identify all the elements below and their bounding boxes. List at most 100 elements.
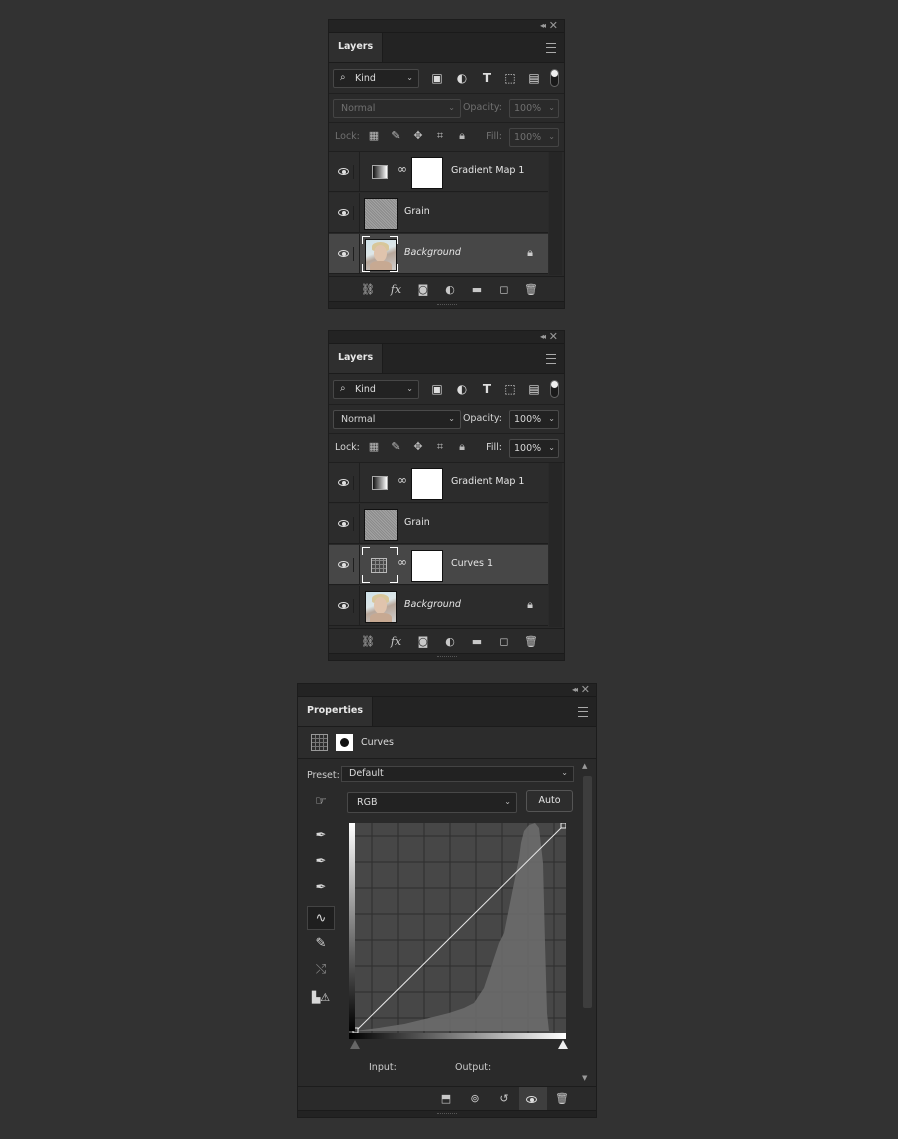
- clipping-warning-icon[interactable]: ▙⚠: [307, 986, 335, 1010]
- layer-row-gradient-map[interactable]: ∞ Gradient Map 1: [329, 463, 548, 503]
- clip-to-layer-icon[interactable]: ⬒: [438, 1091, 454, 1107]
- lock-artboard-icon[interactable]: ⌗: [433, 440, 447, 454]
- opacity-input[interactable]: 100% ⌄: [509, 99, 559, 118]
- lock-position-icon[interactable]: ✥: [411, 440, 425, 454]
- shape-filter-icon[interactable]: ⬚: [503, 71, 517, 85]
- white-input-slider[interactable]: [558, 1040, 568, 1049]
- target-adjust-hand-icon[interactable]: ☞: [307, 790, 335, 814]
- curve-point-white[interactable]: [560, 823, 566, 829]
- collapse-icon[interactable]: ◂◂: [572, 685, 578, 694]
- visibility-eye-icon[interactable]: [336, 165, 354, 179]
- layer-row-grain[interactable]: Grain: [329, 193, 548, 233]
- kind-filter-select[interactable]: ⌕ Kind ⌄: [333, 380, 419, 399]
- add-mask-icon[interactable]: ◙: [415, 282, 431, 298]
- black-point-eyedropper-icon[interactable]: ✒: [307, 824, 335, 848]
- layer-row-background[interactable]: Background 🔒︎: [329, 586, 548, 626]
- add-mask-icon[interactable]: ◙: [415, 634, 431, 650]
- adjustment-layer-icon[interactable]: ◐: [442, 282, 458, 298]
- pixel-filter-icon[interactable]: ▣: [430, 382, 444, 396]
- trash-icon[interactable]: 🗑︎: [554, 1091, 570, 1107]
- visibility-eye-icon[interactable]: [336, 558, 354, 572]
- layer-row-grain[interactable]: Grain: [329, 504, 548, 544]
- type-filter-icon[interactable]: T: [480, 382, 494, 396]
- visibility-eye-icon[interactable]: [336, 517, 354, 531]
- scroll-up-icon[interactable]: ▲: [582, 762, 587, 770]
- collapse-icon[interactable]: ◂◂: [540, 332, 546, 341]
- trash-icon[interactable]: 🗑︎: [523, 282, 539, 298]
- lock-all-icon[interactable]: 🔒︎: [455, 129, 469, 143]
- layers-scrollbar[interactable]: [549, 463, 562, 627]
- collapse-icon[interactable]: ◂◂: [540, 21, 546, 30]
- curve-points-tool-icon[interactable]: ∿: [307, 906, 335, 930]
- auto-button[interactable]: Auto: [526, 790, 573, 812]
- visibility-eye-icon[interactable]: [336, 247, 354, 261]
- fx-icon[interactable]: fx: [388, 634, 404, 650]
- tab-layers[interactable]: Layers: [329, 33, 384, 62]
- new-layer-icon[interactable]: ◻: [496, 282, 512, 298]
- blend-mode-select[interactable]: Normal ⌄: [333, 99, 461, 118]
- layer-name[interactable]: Background: [404, 247, 461, 258]
- link-layers-icon[interactable]: ⛓: [360, 634, 376, 650]
- filter-toggle[interactable]: [550, 380, 559, 398]
- mask-properties-icon[interactable]: [336, 734, 353, 751]
- curves-adjustment-icon[interactable]: [311, 734, 328, 751]
- reset-icon[interactable]: ↺: [496, 1091, 512, 1107]
- layer-name[interactable]: Gradient Map 1: [451, 165, 524, 176]
- opacity-input[interactable]: 100% ⌄: [509, 410, 559, 429]
- smooth-curve-icon[interactable]: ⤭: [307, 958, 335, 982]
- lock-transparent-icon[interactable]: ▦: [367, 129, 381, 143]
- visibility-eye-icon[interactable]: [336, 599, 354, 613]
- lock-paint-icon[interactable]: ✎: [389, 129, 403, 143]
- visibility-eye-icon[interactable]: [336, 206, 354, 220]
- kind-filter-select[interactable]: ⌕ Kind ⌄: [333, 69, 419, 88]
- fill-input[interactable]: 100% ⌄: [509, 128, 559, 147]
- link-chain-icon[interactable]: ∞: [397, 473, 407, 490]
- scroll-thumb[interactable]: [583, 776, 592, 1008]
- lock-position-icon[interactable]: ✥: [411, 129, 425, 143]
- resize-grip[interactable]: [329, 301, 564, 308]
- lock-paint-icon[interactable]: ✎: [389, 440, 403, 454]
- fx-icon[interactable]: fx: [388, 282, 404, 298]
- resize-grip[interactable]: [329, 653, 564, 660]
- panel-menu-icon[interactable]: [546, 354, 556, 364]
- close-icon[interactable]: ✕: [549, 19, 558, 32]
- layer-name[interactable]: Curves 1: [451, 558, 493, 569]
- layer-name[interactable]: Grain: [404, 517, 430, 528]
- black-input-slider[interactable]: [350, 1040, 360, 1049]
- resize-grip[interactable]: [298, 1110, 596, 1117]
- layer-row-curves[interactable]: ∞ Curves 1: [329, 545, 548, 585]
- tab-properties[interactable]: Properties: [298, 697, 373, 726]
- layer-name[interactable]: Grain: [404, 206, 430, 217]
- fill-input[interactable]: 100% ⌄: [509, 439, 559, 458]
- properties-scrollbar[interactable]: ▲ ▼: [580, 760, 594, 1084]
- layer-mask-thumbnail[interactable]: [411, 157, 443, 189]
- scroll-down-icon[interactable]: ▼: [582, 1074, 587, 1082]
- link-chain-icon[interactable]: ∞: [397, 555, 407, 572]
- visibility-eye-icon[interactable]: [336, 476, 354, 490]
- pixel-filter-icon[interactable]: ▣: [430, 71, 444, 85]
- curves-graph[interactable]: [349, 823, 566, 1036]
- toggle-visibility-button[interactable]: [519, 1087, 547, 1112]
- folder-icon[interactable]: ▬: [469, 282, 485, 298]
- blend-mode-select[interactable]: Normal ⌄: [333, 410, 461, 429]
- filter-toggle[interactable]: [550, 69, 559, 87]
- new-layer-icon[interactable]: ◻: [496, 634, 512, 650]
- layer-row-gradient-map[interactable]: ∞ Gradient Map 1: [329, 152, 548, 192]
- lock-artboard-icon[interactable]: ⌗: [433, 129, 447, 143]
- smart-object-filter-icon[interactable]: ▤: [527, 71, 541, 85]
- pencil-icon[interactable]: ✎: [307, 932, 335, 956]
- layer-name[interactable]: Background: [404, 599, 461, 610]
- link-chain-icon[interactable]: ∞: [397, 162, 407, 179]
- tab-layers[interactable]: Layers: [329, 344, 384, 373]
- smart-object-filter-icon[interactable]: ▤: [527, 382, 541, 396]
- layers-scrollbar[interactable]: [549, 152, 562, 275]
- view-previous-state-icon[interactable]: ⊚: [467, 1091, 483, 1107]
- adjustment-filter-icon[interactable]: ◐: [455, 382, 469, 396]
- lock-all-icon[interactable]: 🔒︎: [455, 440, 469, 454]
- type-filter-icon[interactable]: T: [480, 71, 494, 85]
- lock-transparent-icon[interactable]: ▦: [367, 440, 381, 454]
- panel-menu-icon[interactable]: [546, 43, 556, 53]
- layer-name[interactable]: Gradient Map 1: [451, 476, 524, 487]
- adjustment-filter-icon[interactable]: ◐: [455, 71, 469, 85]
- gray-point-eyedropper-icon[interactable]: ✒: [307, 850, 335, 874]
